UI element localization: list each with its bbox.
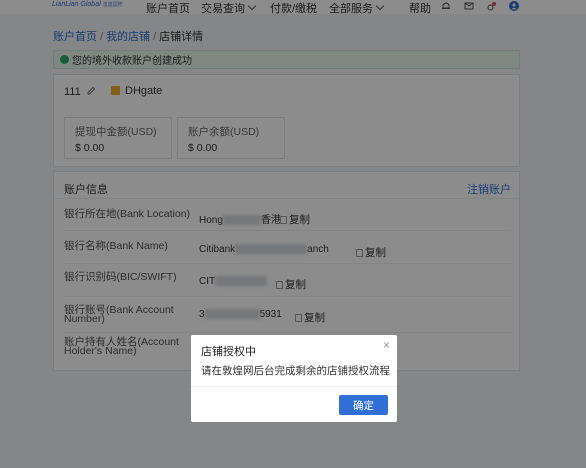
confirm-button[interactable]: 确定 — [339, 395, 388, 415]
dialog-message: 请在敦煌网后台完成剩余的店铺授权流程 — [201, 365, 390, 377]
store-authorization-dialog: 店铺授权中 × 请在敦煌网后台完成剩余的店铺授权流程 确定 — [191, 335, 397, 422]
close-icon[interactable]: × — [383, 338, 390, 352]
dialog-divider — [191, 386, 397, 387]
dialog-title: 店铺授权中 — [201, 346, 256, 358]
